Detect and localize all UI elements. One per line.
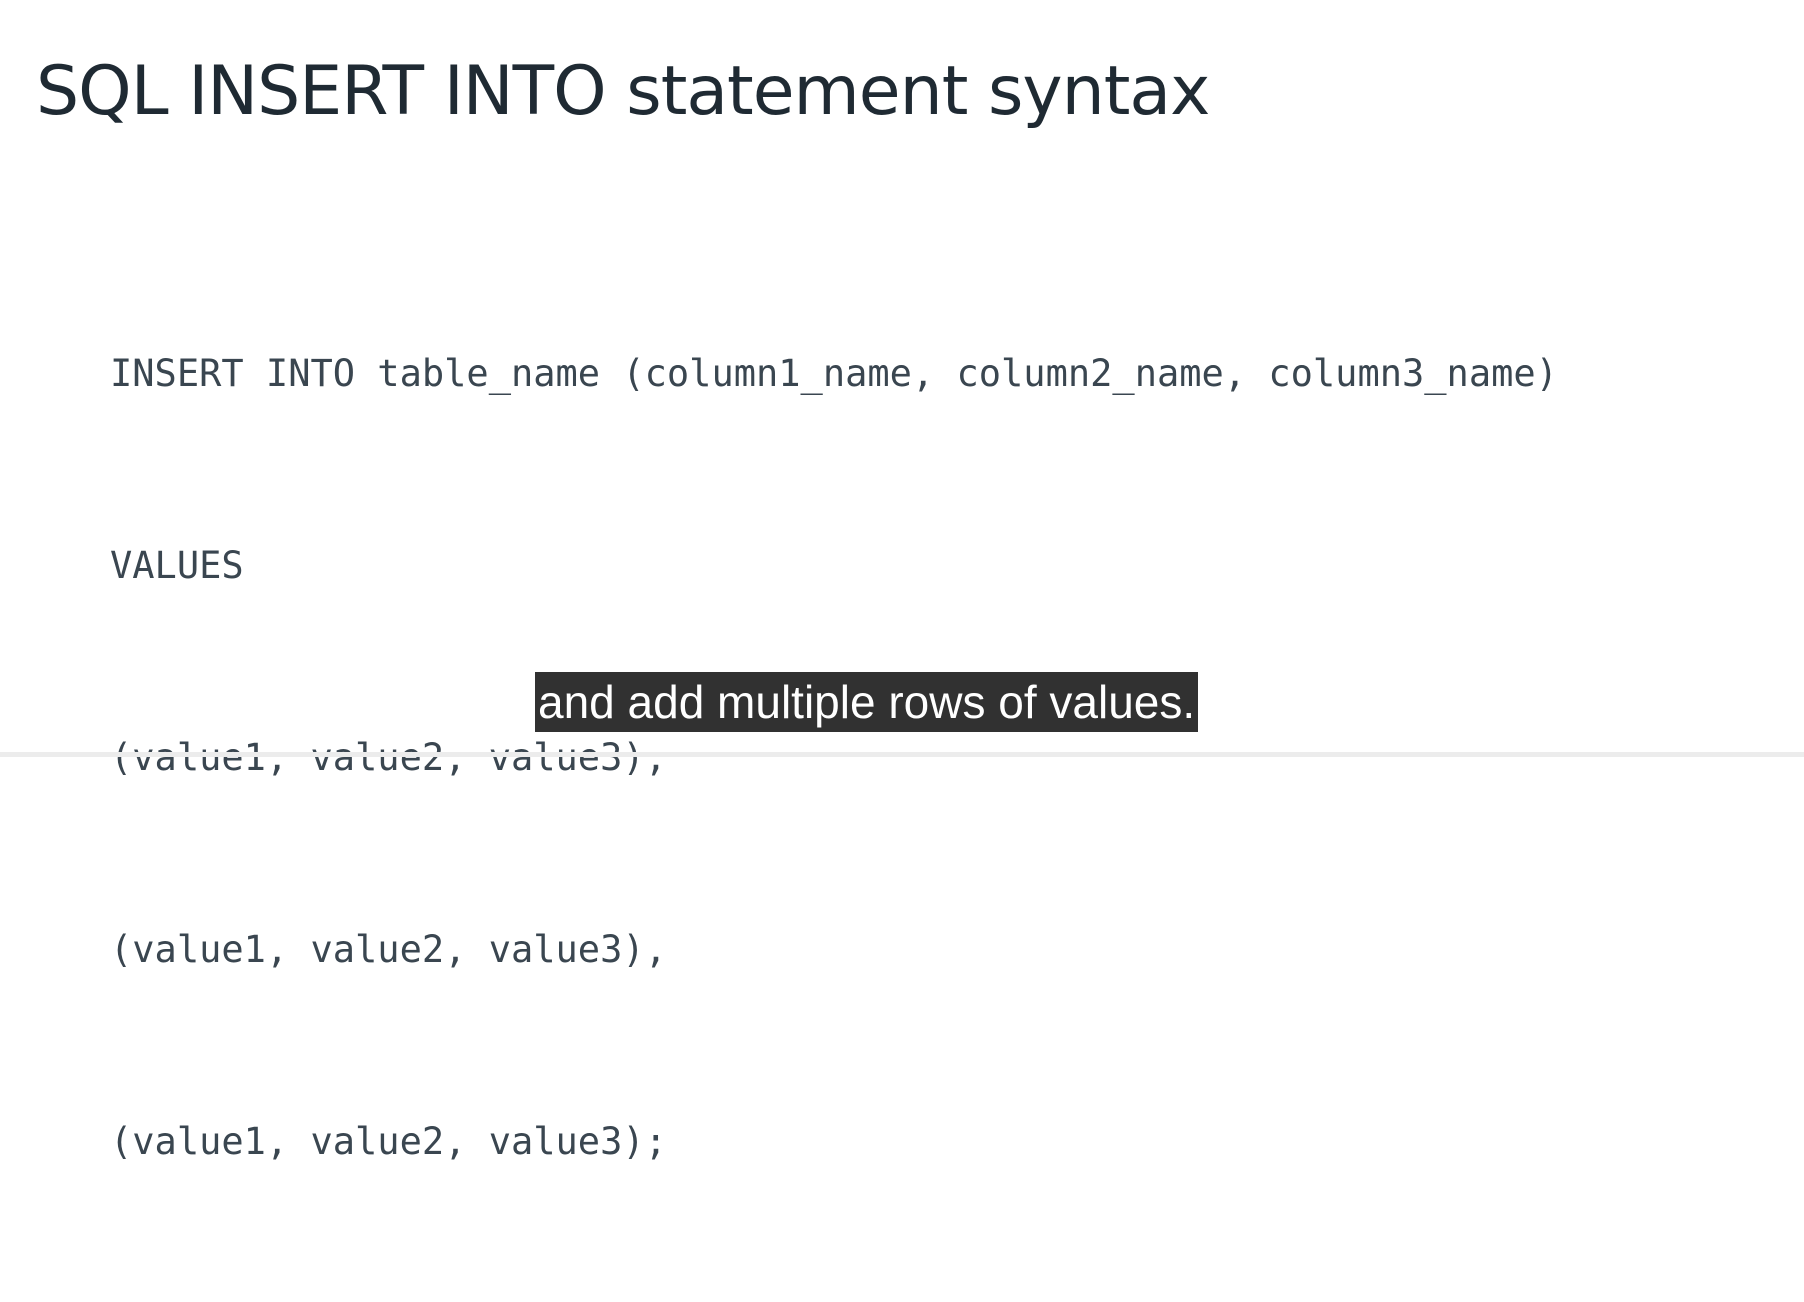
sql-code-block: INSERT INTO table_name (column1_name, co… — [110, 214, 1558, 1302]
code-line-row-2: (value1, value2, value3), — [110, 928, 667, 971]
slide-title: SQL INSERT INTO statement syntax — [36, 52, 1210, 131]
code-line-values-keyword: VALUES — [110, 544, 244, 587]
video-caption: and add multiple rows of values. — [535, 672, 1199, 732]
bottom-edge-divider — [0, 752, 1804, 757]
slide: SQL INSERT INTO statement syntax INSERT … — [0, 0, 1804, 1163]
code-line-row-3: (value1, value2, value3); — [110, 1120, 667, 1163]
code-line-insert: INSERT INTO table_name (column1_name, co… — [110, 352, 1558, 395]
code-line-row-1: (value1, value2, value3), — [110, 736, 667, 779]
